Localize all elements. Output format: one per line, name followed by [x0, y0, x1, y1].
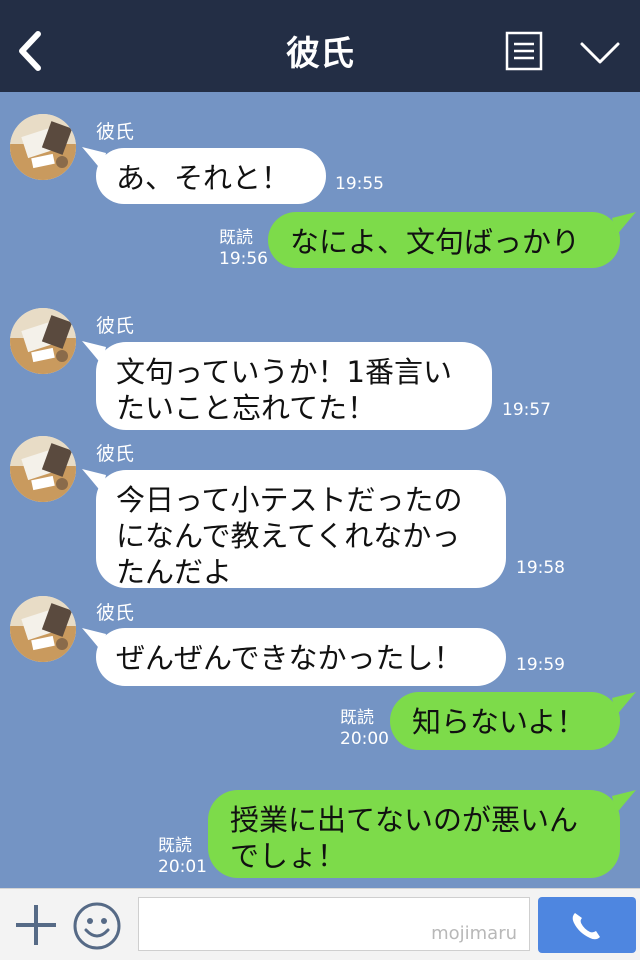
add-button[interactable]: [14, 903, 58, 947]
avatar[interactable]: [10, 596, 76, 662]
message-meta: 既読 20:01: [158, 836, 207, 878]
message-text: 今日って小テストだったのになんで教えてくれなかったんだよ: [116, 483, 463, 589]
message-bubble[interactable]: 今日って小テストだったのになんで教えてくれなかったんだよ: [96, 470, 506, 589]
message-bubble[interactable]: 知らないよ！: [390, 692, 620, 750]
message-text: あ、それと！: [116, 161, 291, 195]
message-text: なによ、文句ばっかり: [290, 225, 581, 259]
message-time: 19:55: [335, 174, 384, 194]
input-bar: mojimaru: [0, 888, 640, 960]
message-bubble[interactable]: なによ、文句ばっかり: [268, 212, 620, 268]
avatar[interactable]: [10, 436, 76, 502]
avatar-photo: [10, 114, 76, 180]
message-meta: 既読 19:56: [219, 228, 268, 270]
read-status: 既読: [158, 836, 192, 856]
expand-button[interactable]: [578, 36, 622, 68]
message-input[interactable]: mojimaru: [138, 897, 530, 951]
message-list[interactable]: 彼氏 あ、それと！ 19:55 既読 19:56 なによ、文句ばっかり 彼氏 文…: [0, 92, 640, 888]
chevron-down-icon: [580, 42, 620, 64]
avatar-photo: [10, 436, 76, 502]
avatar[interactable]: [10, 308, 76, 374]
plus-icon: [16, 905, 56, 945]
menu-button[interactable]: [505, 31, 543, 71]
smiley-icon: [73, 902, 121, 950]
message-time: 20:00: [340, 729, 389, 749]
message-time: 19:58: [516, 558, 565, 578]
message-time: 20:01: [158, 857, 207, 877]
message-bubble[interactable]: 文句っていうか！1番言いたいこと忘れてた！: [96, 342, 492, 430]
message-bubble[interactable]: 授業に出てないのが悪いんでしょ！: [208, 790, 620, 878]
message-bubble[interactable]: あ、それと！: [96, 148, 326, 204]
message-text: 授業に出てないのが悪いんでしょ！: [230, 803, 579, 873]
message-text: ぜんぜんできなかったし！: [116, 641, 463, 675]
bubble-tail: [612, 212, 636, 236]
bubble-tail: [612, 790, 636, 814]
list-icon: [505, 31, 543, 71]
call-button[interactable]: [538, 897, 636, 953]
sender-name: 彼氏: [96, 121, 135, 143]
read-status: 既読: [340, 708, 374, 728]
avatar-photo: [10, 596, 76, 662]
message-time: 19:57: [502, 400, 551, 420]
chat-header: 彼氏: [0, 0, 640, 92]
message-time: 19:56: [219, 249, 268, 269]
message-bubble[interactable]: ぜんぜんできなかったし！: [96, 628, 506, 686]
avatar-photo: [10, 308, 76, 374]
phone-icon: [572, 913, 600, 940]
message-text: 知らないよ！: [412, 705, 586, 739]
sender-name: 彼氏: [96, 443, 135, 465]
chat-title: 彼氏: [286, 34, 354, 74]
message-meta: 既読 20:00: [340, 708, 389, 750]
emoji-button[interactable]: [72, 901, 122, 951]
avatar[interactable]: [10, 114, 76, 180]
watermark: mojimaru: [431, 923, 517, 944]
sender-name: 彼氏: [96, 315, 135, 337]
read-status: 既読: [219, 228, 253, 248]
message-text: 文句っていうか！1番言いたいこと忘れてた！: [116, 355, 453, 425]
message-time: 19:59: [516, 655, 565, 675]
bubble-tail: [612, 692, 636, 716]
sender-name: 彼氏: [96, 602, 135, 624]
